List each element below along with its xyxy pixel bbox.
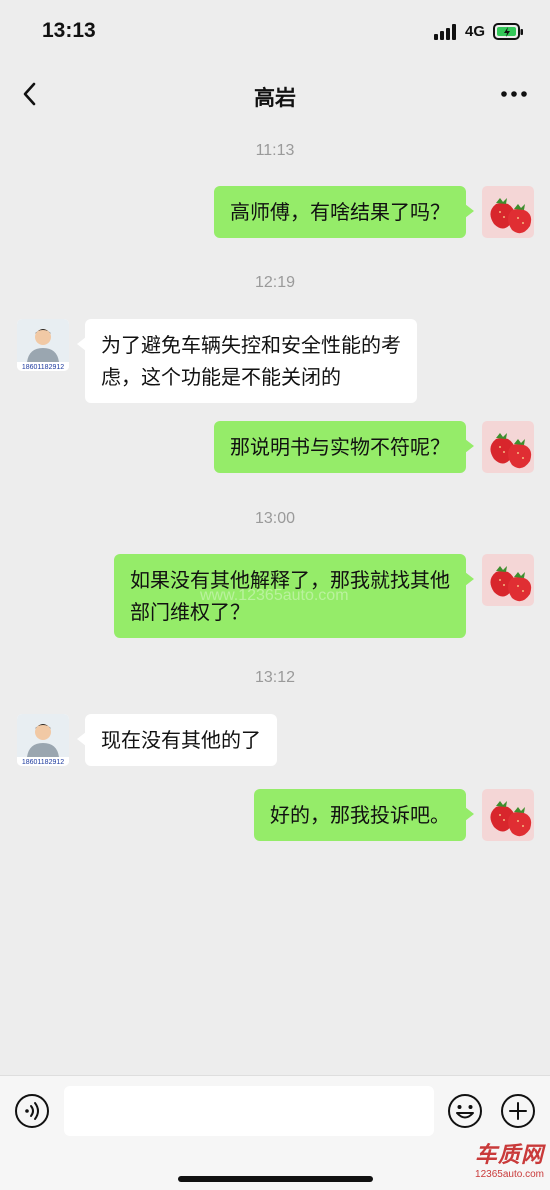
message-bubble-sent[interactable]: 好的，那我投诉吧。 <box>254 789 474 841</box>
message-text: 现在没有其他的了 <box>101 728 261 752</box>
network-type: 4G <box>465 23 486 40</box>
avatar-phone: 18601182912 <box>22 364 64 371</box>
battery-icon <box>493 23 523 40</box>
watermark: 车质网 12365auto.com <box>475 1137 544 1180</box>
timestamp: 11:13 <box>255 142 295 159</box>
message-text: 好的，那我投诉吧。 <box>270 803 450 827</box>
message-bubble-received[interactable]: 为了避免车辆失控和安全性能的考 虑，这个功能是不能关闭的 <box>77 319 417 403</box>
watermark-brand: 车质网 <box>474 1143 544 1168</box>
voice-icon[interactable] <box>14 1093 50 1129</box>
my-avatar-strawberry[interactable] <box>482 186 534 238</box>
message-text: 那说明书与实物不符呢？ <box>230 435 450 459</box>
timestamp: 13:00 <box>254 510 296 527</box>
home-indicator <box>178 1176 373 1182</box>
input-bar <box>0 1075 550 1190</box>
message-input[interactable] <box>64 1086 434 1136</box>
message-text: 高师傅，有啥结果了吗？ <box>230 200 450 224</box>
timestamp: 13:12 <box>254 669 296 686</box>
message-text-line: 虑，这个功能是不能关闭的 <box>101 365 341 389</box>
avatar-phone: 18601182912 <box>22 759 64 766</box>
chat-title: 高岩 <box>254 86 296 110</box>
emoji-icon[interactable] <box>447 1093 483 1129</box>
my-avatar-strawberry[interactable] <box>482 554 534 606</box>
watermark-url: 12365auto.com <box>475 1169 544 1180</box>
status-time: 13:13 <box>42 19 96 42</box>
watermark-center: www.12365auto.com <box>200 587 349 604</box>
signal-icon <box>434 24 460 40</box>
nav-bar: 高岩 <box>0 62 550 126</box>
message-bubble-sent[interactable]: 那说明书与实物不符呢？ <box>214 421 474 473</box>
more-dots-icon[interactable] <box>496 84 532 104</box>
message-bubble-received[interactable]: 现在没有其他的了 <box>77 714 277 766</box>
my-avatar-strawberry[interactable] <box>482 789 534 841</box>
timestamp: 12:19 <box>254 274 296 291</box>
contact-avatar[interactable]: 18601182912 <box>17 319 69 371</box>
message-text-line: 为了避免车辆失控和安全性能的考 <box>101 333 401 357</box>
my-avatar-strawberry[interactable] <box>482 421 534 473</box>
status-bar: 13:13 4G <box>0 0 550 62</box>
contact-avatar[interactable]: 18601182912 <box>17 714 69 766</box>
message-bubble-sent[interactable]: 高师傅，有啥结果了吗？ <box>214 186 474 238</box>
plus-icon[interactable] <box>500 1093 536 1129</box>
